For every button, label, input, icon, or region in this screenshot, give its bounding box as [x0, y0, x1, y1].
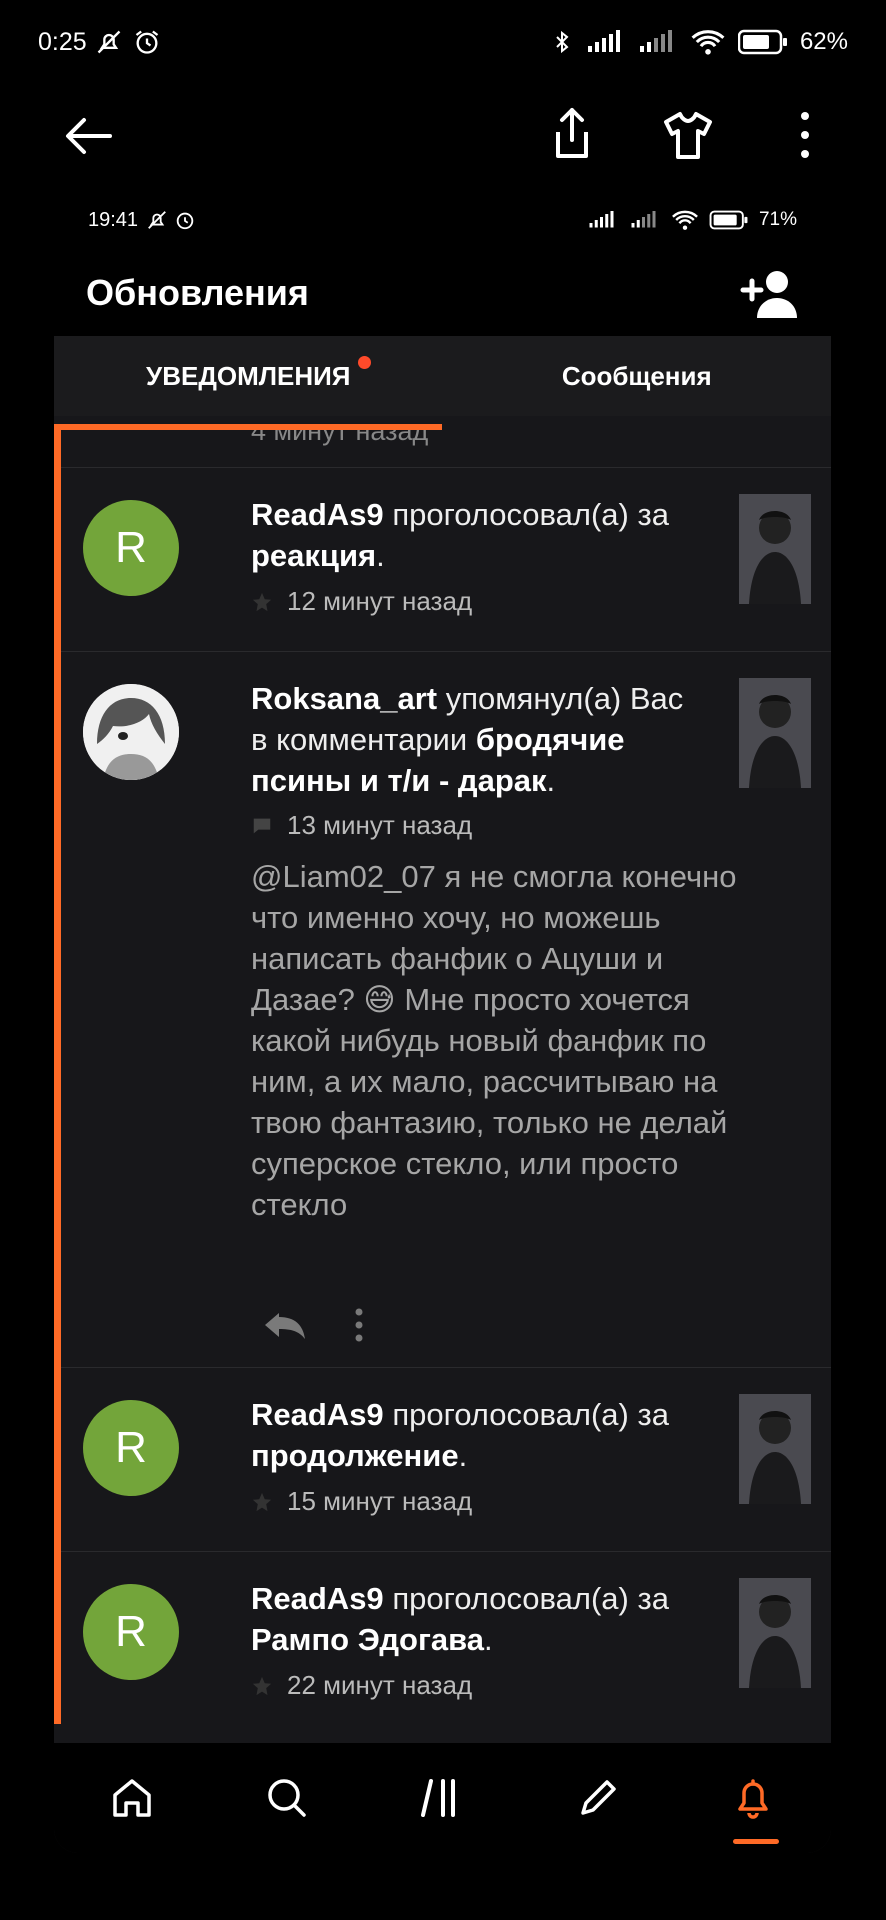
app-header: Обновления	[54, 250, 831, 336]
username[interactable]: Roksana_art	[251, 681, 437, 716]
muted-bell-icon	[148, 211, 166, 229]
notifications-feed[interactable]: 4 минут назад R ReadAs9 проголосовал(а) …	[61, 430, 831, 1730]
notification-text: ReadAs9 проголосовал(а) за продолжение.	[251, 1394, 701, 1476]
unread-dot	[358, 356, 371, 369]
outer-status-bar: 0:25 62%	[0, 0, 886, 84]
suffix: .	[546, 763, 556, 798]
avatar[interactable]: R	[83, 1584, 179, 1680]
suffix: .	[458, 1438, 468, 1473]
avatar-letter: R	[115, 1423, 147, 1472]
inner-time: 19:41	[88, 208, 139, 231]
nav-active-indicator	[733, 1839, 780, 1844]
notification-item[interactable]: R ReadAs9 проголосовал(а) за продолжение…	[61, 1368, 831, 1552]
story-link[interactable]: Рампо Эдогава	[251, 1622, 484, 1657]
notification-meta: 12 минут назад	[251, 586, 472, 617]
notification-text: ReadAs9 проголосовал(а) за реакция.	[251, 494, 701, 576]
home-icon	[112, 1779, 151, 1817]
avatar-letter: R	[115, 1607, 147, 1656]
wifi-icon	[672, 210, 698, 230]
story-cover-thumbnail[interactable]	[739, 1394, 811, 1504]
signal-icon	[587, 30, 620, 52]
avatar[interactable]	[83, 684, 179, 780]
partial-list-item: 4 минут назад	[61, 430, 831, 468]
avatar-letter: R	[115, 523, 147, 572]
avatar[interactable]: R	[83, 1400, 179, 1496]
comment-text: @Liam02_07 я не смогла конечно что именн…	[251, 859, 737, 1222]
partial-time: 4 минут назад	[251, 430, 429, 446]
story-cover-thumbnail[interactable]	[739, 678, 811, 788]
story-cover-thumbnail[interactable]	[739, 494, 811, 604]
wifi-icon	[691, 30, 725, 55]
notification-meta: 15 минут назад	[251, 1486, 472, 1517]
pencil-icon	[581, 1780, 616, 1815]
notification-item[interactable]: Roksana_art упомянул(а) Вас в комментари…	[61, 652, 831, 1368]
notification-meta: 13 минут назад	[251, 810, 472, 841]
signal-2-icon	[639, 30, 672, 52]
bell-icon	[738, 1779, 768, 1819]
inner-status-bar: 19:41 71%	[54, 190, 831, 250]
story-link[interactable]: продолжение	[251, 1438, 459, 1473]
avatar[interactable]: R	[83, 500, 179, 596]
battery-icon	[737, 29, 787, 55]
inner-battery-percent: 71%	[758, 209, 797, 230]
tab-bar: УВЕДОМЛЕНИЯ Сообщения	[54, 336, 831, 416]
search-icon	[268, 1779, 306, 1817]
username[interactable]: ReadAs9	[251, 1397, 384, 1432]
notification-item[interactable]: R ReadAs9 проголосовал(а) за Рампо Эдога…	[61, 1552, 831, 1730]
scroll-edge-indicator	[54, 424, 61, 1724]
more-vertical-icon[interactable]	[353, 1308, 365, 1342]
time-ago: 22 минут назад	[287, 1670, 473, 1700]
time-ago: 13 минут назад	[287, 810, 473, 840]
inner-screenshot: 19:41 71% Обновления УВЕДОМЛЕНИЯ Сообщен…	[54, 190, 831, 1853]
nav-library[interactable]	[412, 1768, 472, 1828]
story-cover-thumbnail[interactable]	[739, 1578, 811, 1688]
more-vertical-icon[interactable]	[780, 104, 830, 166]
notification-text: ReadAs9 проголосовал(а) за Рампо Эдогава…	[251, 1578, 701, 1660]
tshirt-icon[interactable]	[660, 104, 716, 166]
action-text: проголосовал(а) за	[392, 497, 669, 532]
nav-home[interactable]	[102, 1768, 162, 1828]
signal-icon	[589, 211, 614, 228]
reply-icon[interactable]	[261, 1309, 309, 1341]
star-icon	[252, 1676, 272, 1695]
outer-time: 0:25	[38, 27, 87, 56]
tab-notifications[interactable]: УВЕДОМЛЕНИЯ	[54, 336, 443, 416]
tab-messages[interactable]: Сообщения	[443, 336, 832, 416]
page-title: Обновления	[86, 272, 309, 313]
battery-icon	[709, 210, 748, 230]
star-icon	[252, 1492, 272, 1511]
back-arrow-icon[interactable]	[60, 108, 116, 164]
time-ago: 12 минут назад	[287, 586, 473, 616]
signal-2-icon	[631, 211, 656, 228]
nav-write[interactable]	[568, 1768, 628, 1828]
suffix: .	[484, 1622, 493, 1657]
notification-item[interactable]: R ReadAs9 проголосовал(а) за реакция. 12…	[61, 468, 831, 652]
action-text: проголосовал(а) за	[392, 1397, 669, 1432]
tab-notifications-label: УВЕДОМЛЕНИЯ	[146, 360, 351, 391]
nav-search[interactable]	[257, 1768, 317, 1828]
alarm-icon	[176, 212, 194, 230]
tab-messages-label: Сообщения	[561, 360, 712, 391]
time-ago: 15 минут назад	[287, 1486, 473, 1516]
notification-text: Roksana_art упомянул(а) Вас в комментари…	[251, 678, 701, 801]
suffix: .	[376, 538, 385, 573]
battery-percent: 62%	[799, 28, 848, 55]
add-user-icon[interactable]	[739, 266, 799, 320]
share-icon[interactable]	[544, 104, 600, 166]
alarm-icon	[135, 30, 158, 54]
story-link[interactable]: реакция	[251, 538, 376, 573]
bottom-navigation	[54, 1743, 831, 1853]
library-icon	[421, 1779, 456, 1817]
username[interactable]: ReadAs9	[251, 1581, 384, 1616]
notification-meta: 22 минут назад	[251, 1670, 472, 1701]
comment-icon	[253, 818, 271, 833]
username[interactable]: ReadAs9	[251, 497, 384, 532]
muted-bell-icon	[97, 30, 120, 54]
star-icon	[252, 592, 272, 611]
action-text: проголосовал(а) за	[392, 1581, 669, 1616]
bluetooth-icon	[556, 30, 569, 54]
comment-actions	[261, 1308, 365, 1342]
viewer-toolbar	[0, 84, 886, 188]
nav-notifications[interactable]	[723, 1768, 783, 1844]
